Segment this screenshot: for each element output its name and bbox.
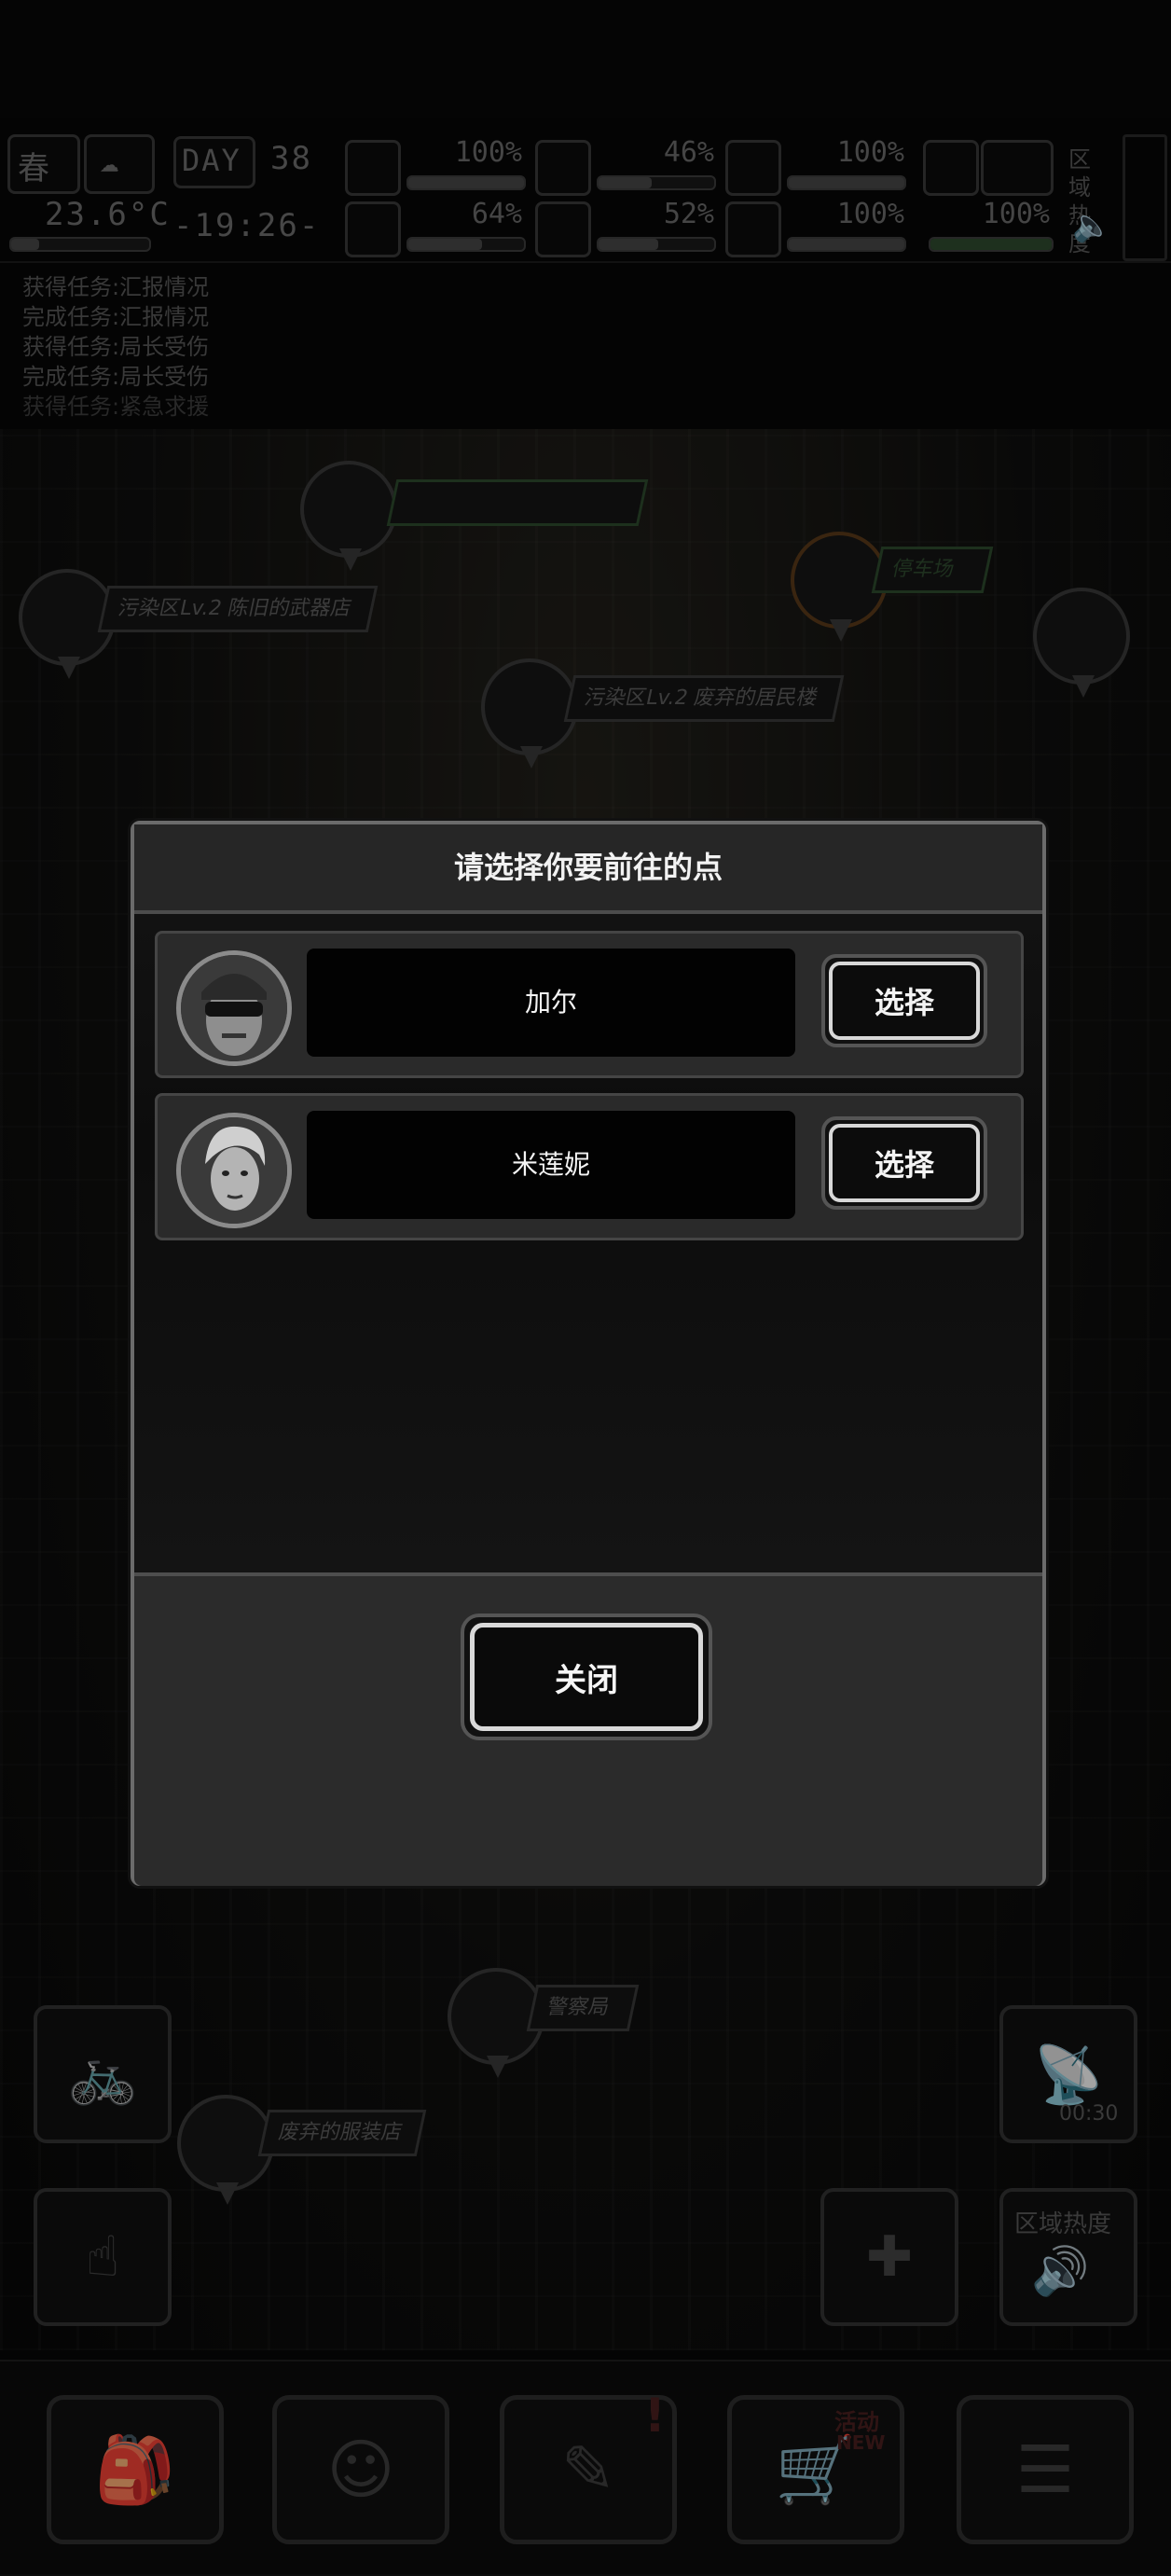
dialog-header: 请选择你要前往的点 (134, 824, 1042, 914)
dialog-body: 加尔 选择 米莲妮 选择 (134, 914, 1042, 1572)
select-button[interactable]: 选择 (821, 954, 987, 1047)
select-button[interactable]: 选择 (821, 1116, 987, 1210)
close-button[interactable]: 关闭 (461, 1613, 712, 1740)
dialog-title: 请选择你要前往的点 (453, 850, 723, 885)
destination-select-dialog: 请选择你要前往的点 加尔 选择 米莲妮 选择 关闭 (131, 821, 1046, 1886)
option-name: 米莲妮 (307, 1111, 795, 1219)
avatar-milene (176, 1113, 292, 1228)
select-button-label: 选择 (829, 962, 980, 1040)
avatar-gal (176, 950, 292, 1066)
dialog-footer: 关闭 (134, 1572, 1042, 1886)
select-button-label: 选择 (829, 1124, 980, 1202)
close-button-label: 关闭 (470, 1623, 703, 1731)
option-row: 米莲妮 选择 (155, 1093, 1024, 1240)
option-name: 加尔 (307, 949, 795, 1057)
option-row: 加尔 选择 (155, 931, 1024, 1078)
